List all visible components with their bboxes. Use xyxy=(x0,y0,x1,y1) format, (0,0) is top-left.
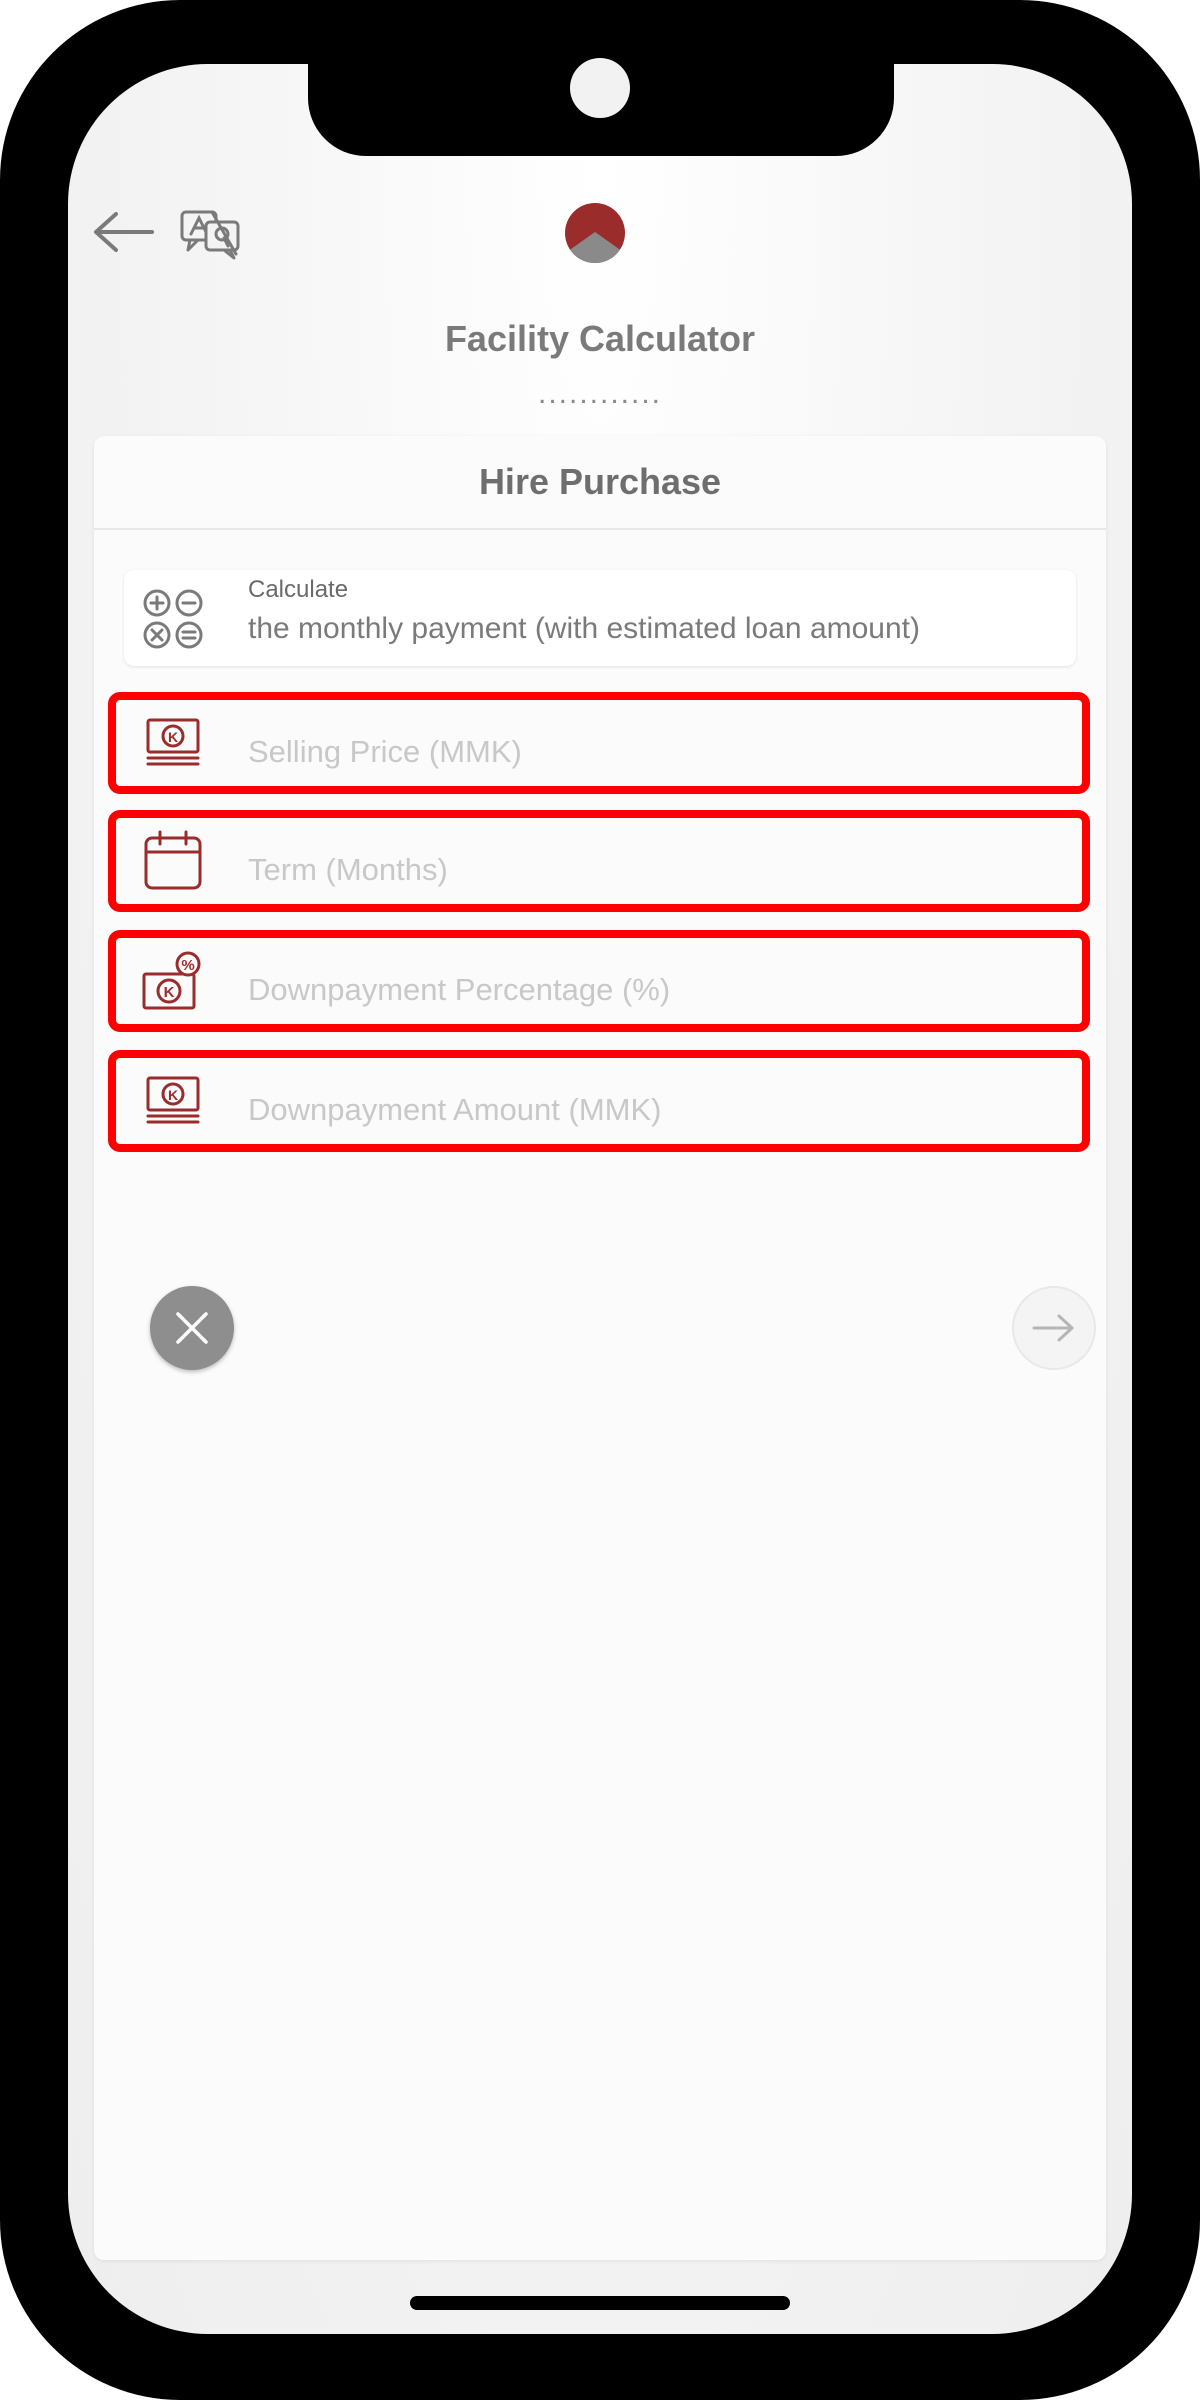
calendar-icon xyxy=(142,830,204,892)
language-button[interactable] xyxy=(176,204,246,264)
translate-icon xyxy=(180,210,240,260)
clear-button[interactable] xyxy=(150,1286,234,1370)
selling-price-placeholder: Selling Price (MMK) xyxy=(248,734,522,769)
back-button[interactable] xyxy=(88,204,160,260)
selling-price-field[interactable]: K Selling Price (MMK) xyxy=(108,692,1090,794)
svg-text:K: K xyxy=(164,984,175,1001)
home-indicator[interactable] xyxy=(410,2296,790,2310)
arrow-right-icon xyxy=(1032,1314,1074,1342)
downpayment-amount-placeholder: Downpayment Amount (MMK) xyxy=(248,1092,662,1127)
next-button[interactable] xyxy=(1012,1286,1096,1370)
banknote-kyat-icon: K xyxy=(142,712,204,774)
calculate-mode-selector[interactable]: Calculate the monthly payment (with esti… xyxy=(124,570,1076,666)
brand-logo-icon xyxy=(565,203,625,263)
term-months-field[interactable]: Term (Months) xyxy=(108,810,1090,912)
calculate-value: the monthly payment (with estimated loan… xyxy=(248,612,920,645)
app-screen: Facility Calculator ............ Hire Pu… xyxy=(68,64,1132,2334)
calculator-card: Hire Purchase Calculate the monthly paym… xyxy=(94,436,1106,2260)
card-title: Hire Purchase xyxy=(94,436,1106,530)
downpayment-amount-field[interactable]: K Downpayment Amount (MMK) xyxy=(108,1050,1090,1152)
brand-logo xyxy=(564,202,626,264)
close-icon xyxy=(176,1312,208,1344)
kyat-percentage-icon: K % xyxy=(142,950,204,1012)
page-title: Facility Calculator xyxy=(444,318,756,359)
downpayment-percentage-field[interactable]: K % Downpayment Percentage (%) xyxy=(108,930,1090,1032)
arrow-left-icon xyxy=(94,212,154,252)
title-underline-dots: ............ xyxy=(537,377,663,410)
banknote-kyat-icon: K xyxy=(142,1070,204,1132)
calculator-operators-icon xyxy=(142,588,204,650)
calculate-label: Calculate xyxy=(248,576,349,603)
term-months-placeholder: Term (Months) xyxy=(248,852,448,887)
svg-text:K: K xyxy=(168,729,178,745)
svg-text:%: % xyxy=(181,957,194,974)
downpayment-percentage-placeholder: Downpayment Percentage (%) xyxy=(248,972,671,1007)
front-camera xyxy=(570,58,630,118)
svg-text:K: K xyxy=(168,1087,178,1103)
